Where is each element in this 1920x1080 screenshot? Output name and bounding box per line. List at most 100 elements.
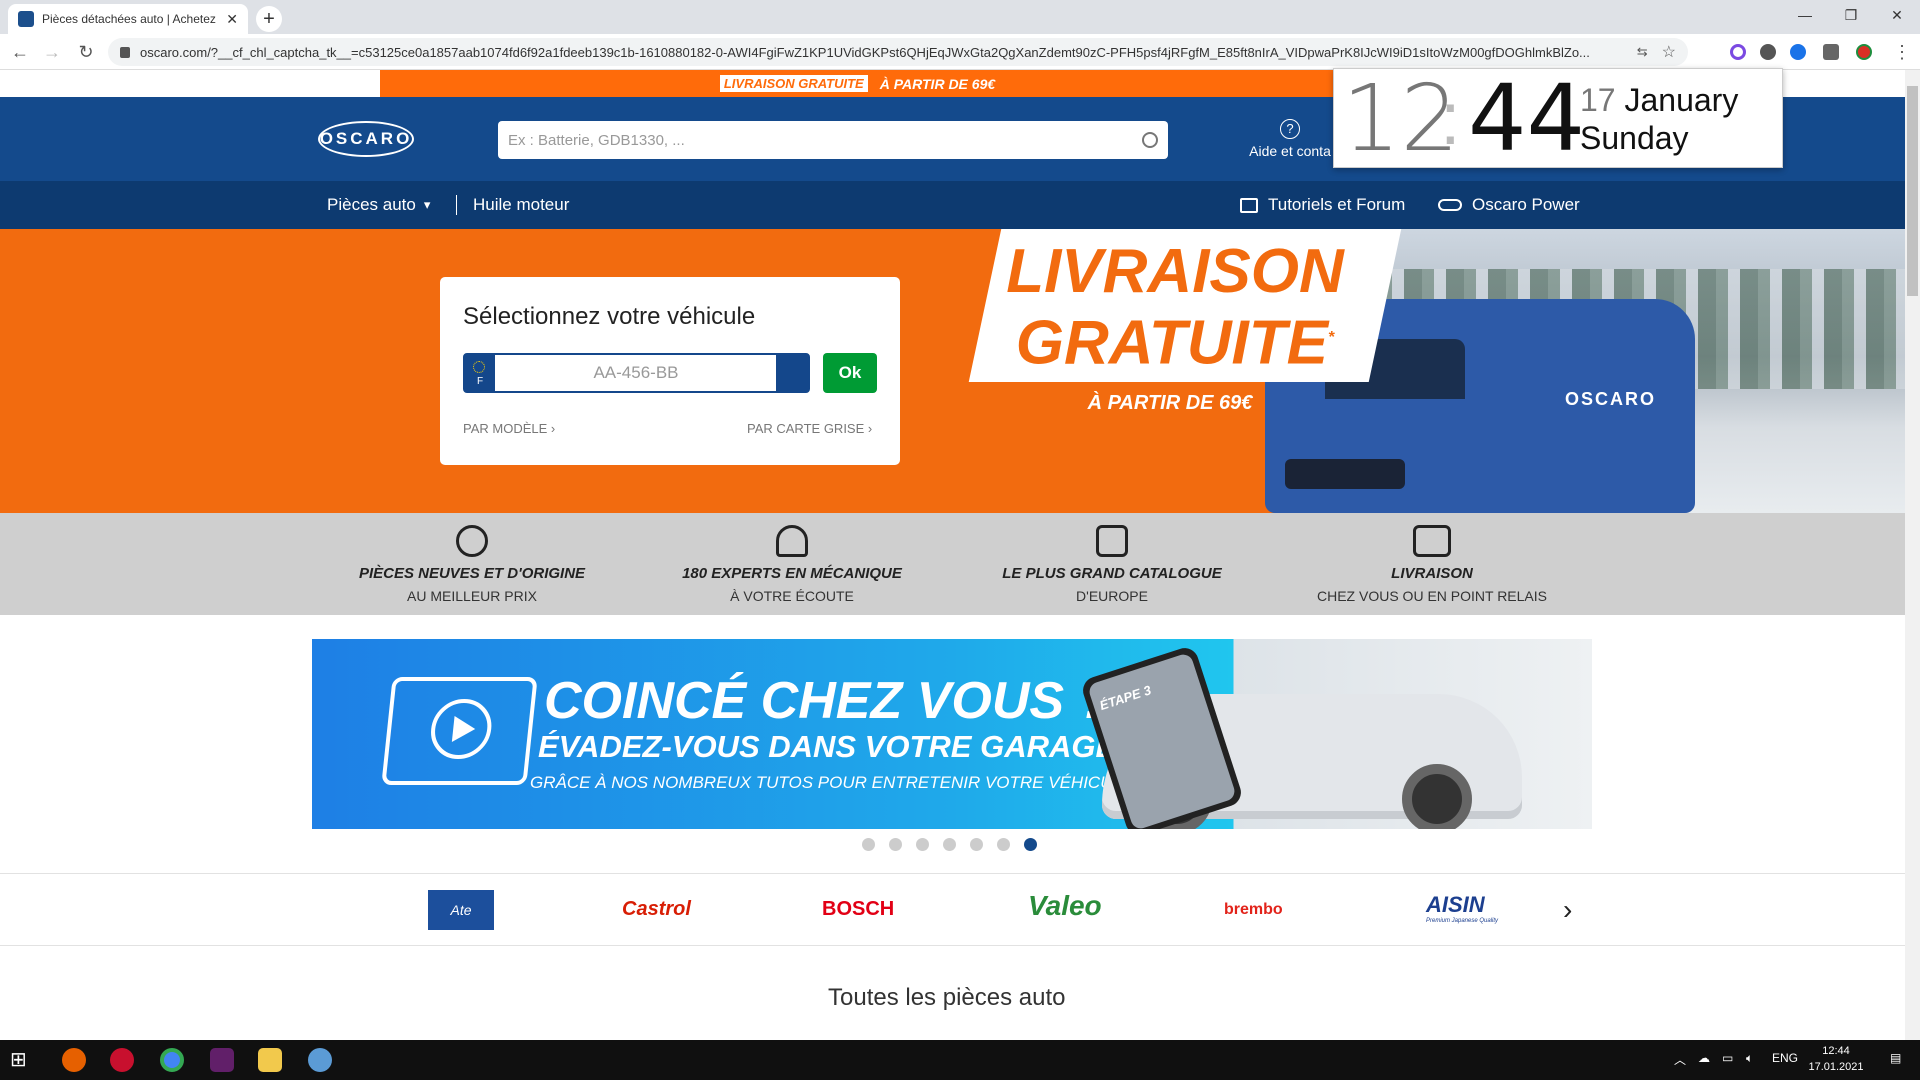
section-title: Toutes les pièces auto — [828, 984, 1066, 1011]
page-scrollbar[interactable] — [1905, 70, 1920, 1040]
eu-plate-band: F — [465, 355, 495, 391]
firefox-icon[interactable] — [62, 1048, 86, 1072]
nav-oscaro-power[interactable]: Oscaro Power — [1438, 195, 1580, 215]
download-icon[interactable] — [1790, 44, 1806, 60]
carousel-dot[interactable] — [889, 838, 902, 851]
play-triangle — [451, 716, 477, 742]
taskbar-time: 12:44 — [1822, 1045, 1850, 1057]
new-tab-button[interactable]: + — [256, 6, 282, 32]
usp-item: LE PLUS GRAND CATALOGUE D'EUROPE — [952, 525, 1272, 604]
nav-power-label: Oscaro Power — [1472, 195, 1580, 214]
license-plate-input[interactable]: F AA-456-BB — [463, 353, 810, 393]
profile-avatar-icon[interactable] — [1856, 44, 1872, 60]
paint-icon[interactable] — [308, 1048, 332, 1072]
extensions-puzzle-icon[interactable] — [1823, 44, 1839, 60]
brand-castrol-logo[interactable]: Castrol — [622, 898, 691, 921]
carousel-dot[interactable] — [970, 838, 983, 851]
forward-icon[interactable]: → — [40, 40, 64, 64]
nav-huile-moteur[interactable]: Huile moteur — [473, 195, 569, 215]
chrome-icon[interactable] — [160, 1048, 184, 1072]
carousel-dot-active[interactable] — [1024, 838, 1037, 851]
usp-sub: À VOTRE ÉCOUTE — [730, 588, 854, 604]
usp-title: 180 EXPERTS EN MÉCANIQUE — [682, 565, 902, 582]
carousel-dot[interactable] — [943, 838, 956, 851]
carousel-dot[interactable] — [997, 838, 1010, 851]
carousel-dot[interactable] — [916, 838, 929, 851]
usp-item: LIVRAISON CHEZ VOUS OU EN POINT RELAIS — [1272, 525, 1592, 604]
nav-tutoriels[interactable]: Tutoriels et Forum — [1240, 195, 1405, 215]
reload-icon[interactable]: ↻ — [74, 40, 98, 64]
par-carte-label: PAR CARTE GRISE — [747, 421, 865, 436]
help-contact-link[interactable]: ? Aide et conta — [1245, 119, 1335, 159]
livraison-gratuite-heading[interactable]: LIVRAISON GRATUITE* — [990, 239, 1360, 377]
extension-color-icon[interactable] — [1730, 44, 1746, 60]
plate-country: F — [476, 376, 484, 387]
van-logo: OSCARO — [1565, 389, 1657, 409]
tutorial-banner[interactable]: COINCÉ CHEZ VOUS ? ÉVADEZ-VOUS DANS VOTR… — [312, 639, 1592, 829]
address-bar[interactable]: oscaro.com/?__cf_chl_captcha_tk__=c53125… — [108, 38, 1688, 66]
tab-title: Pièces détachées auto | Achetez — [42, 12, 216, 26]
nav-pieces-auto[interactable]: Pièces auto ▾ — [327, 195, 430, 215]
windows-taskbar: ⊞ ︿ ☁ ▭ 🔈︎ ENG 12:44 17.01.2021 ▤ — [0, 1040, 1920, 1080]
brand-bosch-logo[interactable]: BOSCH — [822, 898, 894, 921]
plate-right-band — [776, 355, 808, 391]
par-modele-link[interactable]: PAR MODÈLE › — [463, 421, 555, 436]
brand-ate-logo[interactable]: Ate — [428, 890, 494, 930]
usp-item: PIÈCES NEUVES ET D'ORIGINE AU MEILLEUR P… — [312, 525, 632, 604]
windows-start-icon[interactable]: ⊞ — [10, 1048, 34, 1072]
clock-month: January — [1624, 82, 1739, 118]
brand-valeo-logo[interactable]: Valeo — [1028, 890, 1102, 922]
chevron-right-icon: › — [867, 421, 873, 436]
carousel-dot[interactable] — [862, 838, 875, 851]
brand-aisin-logo[interactable]: AISIN Premium Japanese Quality — [1426, 892, 1498, 924]
search-input[interactable]: Ex : Batterie, GDB1330, ... — [498, 121, 1168, 159]
clock-weekday: Sunday — [1580, 120, 1689, 156]
search-icon[interactable] — [1142, 132, 1158, 148]
language-indicator[interactable]: ENG — [1772, 1051, 1798, 1065]
clock-date: 17 January Sunday — [1580, 81, 1738, 157]
usp-title: LE PLUS GRAND CATALOGUE — [1002, 565, 1222, 582]
promo-badge: LIVRAISON GRATUITE — [719, 75, 868, 92]
close-tab-icon[interactable]: ✕ — [226, 11, 238, 28]
video-screen-icon — [381, 677, 538, 785]
extension-clock-icon[interactable] — [1760, 44, 1776, 60]
restore-icon[interactable]: ❐ — [1828, 0, 1874, 30]
brands-next-arrow-icon[interactable]: › — [1563, 894, 1572, 926]
usp-title: PIÈCES NEUVES ET D'ORIGINE — [358, 565, 586, 582]
notifications-icon[interactable]: ▤ — [1890, 1051, 1901, 1065]
lock-icon — [120, 46, 130, 58]
usp-sub: D'EUROPE — [1076, 588, 1148, 604]
van-grill — [1285, 459, 1405, 489]
tray-chevron-up-icon[interactable]: ︿ — [1674, 1051, 1686, 1068]
browser-tab[interactable]: Pièces détachées auto | Achetez ✕ — [8, 4, 248, 34]
minimize-icon[interactable]: — — [1782, 0, 1828, 30]
plate-placeholder: AA-456-BB — [593, 363, 679, 382]
nav-tutoriels-label: Tutoriels et Forum — [1268, 195, 1406, 214]
slack-icon[interactable] — [210, 1048, 234, 1072]
translate-icon[interactable]: ⇆ — [1637, 44, 1648, 60]
app-8-icon[interactable] — [110, 1048, 134, 1072]
par-modele-label: PAR MODÈLE — [463, 421, 548, 436]
usp-sub: CHEZ VOUS OU EN POINT RELAIS — [1316, 588, 1547, 604]
menu-dots-icon[interactable]: ⋮ — [1890, 40, 1914, 64]
livraison-line1: LIVRAISON — [1006, 237, 1344, 306]
par-carte-grise-link[interactable]: PAR CARTE GRISE › — [747, 421, 872, 436]
volume-icon[interactable]: 🔈︎ — [1746, 1051, 1753, 1066]
brand-brembo-logo[interactable]: brembo — [1224, 901, 1283, 919]
ok-button[interactable]: Ok — [823, 353, 877, 393]
eu-stars-icon — [473, 361, 485, 373]
back-icon[interactable]: ← — [8, 40, 32, 64]
onedrive-icon[interactable]: ☁ — [1698, 1051, 1710, 1065]
scrollbar-thumb[interactable] — [1907, 86, 1918, 296]
oscaro-logo[interactable]: OSCARO — [318, 121, 414, 157]
file-explorer-icon[interactable] — [258, 1048, 282, 1072]
aisin-name: AISIN — [1426, 892, 1485, 917]
taskbar-clock[interactable]: 12:44 17.01.2021 — [1806, 1043, 1866, 1075]
star-icon[interactable]: ☆ — [1662, 42, 1676, 62]
vehicle-selector-card: Sélectionnez votre véhicule F AA-456-BB … — [440, 277, 900, 465]
close-window-icon[interactable]: ✕ — [1874, 0, 1920, 30]
help-icon: ? — [1280, 119, 1300, 139]
network-icon[interactable]: ▭ — [1722, 1051, 1733, 1065]
usp-title: LIVRAISON — [1391, 565, 1473, 582]
free-shipping-banner[interactable]: LIVRAISON GRATUITE À PARTIR DE 69€ — [380, 70, 1335, 97]
